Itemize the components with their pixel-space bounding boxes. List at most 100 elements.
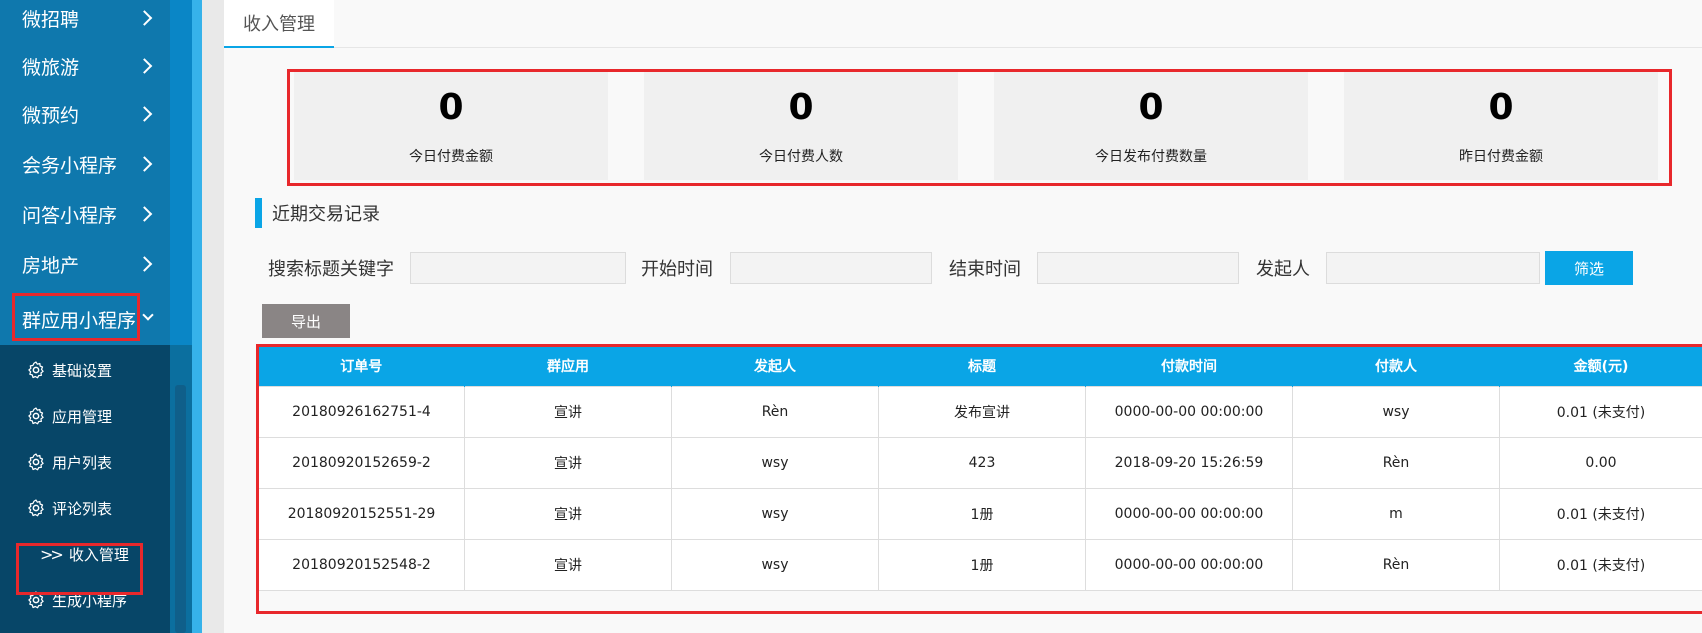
stats-panel: 0 今日付费金额 0 今日付费人数 0 今日发布付费数量 0 昨日付费金额 xyxy=(294,72,1672,180)
filter-keyword-label: 搜索标题关键字 xyxy=(268,259,394,280)
submenu-item-basic-settings[interactable]: 基础设置 xyxy=(0,345,170,395)
menu-item-travel[interactable]: 微旅游 xyxy=(0,41,170,91)
filter-end-label: 结束时间 xyxy=(949,259,1021,280)
cell-amount: 0.00 xyxy=(1499,436,1702,489)
cell-pay-time: 0000-00-00 00:00:00 xyxy=(1085,487,1293,540)
submenu: 基础设置 应用管理 用户列表 评论列表 >> 收入管理 生成小程序 xyxy=(0,345,170,633)
column-header-initiator: 发起人 xyxy=(671,346,879,386)
gear-icon xyxy=(28,407,44,425)
chevron-right-icon xyxy=(136,58,153,74)
column-header-payer: 付款人 xyxy=(1292,346,1500,386)
cell-pay-time: 0000-00-00 00:00:00 xyxy=(1085,385,1293,438)
column-header-group-app: 群应用 xyxy=(464,346,672,386)
table-header-row: 订单号 群应用 发起人 标题 付款时间 付款人 金额(元) xyxy=(258,346,1702,386)
sidebar-stripe-edge xyxy=(192,0,202,633)
table-row: 20180920152659-2 宣讲 wsy 423 2018-09-20 1… xyxy=(258,436,1702,489)
submenu-item-income-management[interactable]: >> 收入管理 xyxy=(0,529,170,579)
menu-item-group-app[interactable]: 群应用小程序 xyxy=(0,294,170,344)
menu-item-label: 群应用小程序 xyxy=(22,309,137,332)
cell-payer: wsy xyxy=(1292,385,1500,438)
submenu-item-label: 评论列表 xyxy=(52,499,113,518)
cell-payer: m xyxy=(1292,487,1500,540)
table-row: 20180926162751-4 宣讲 Rèn 发布宣讲 0000-00-00 … xyxy=(258,385,1702,438)
cell-title: 1册 xyxy=(878,538,1086,591)
tab-income-management[interactable]: 收入管理 xyxy=(224,0,334,48)
chevron-down-icon xyxy=(142,309,154,321)
menu-item-recruit[interactable]: 微招聘 xyxy=(0,0,170,43)
cell-group-app: 宣讲 xyxy=(464,487,672,540)
menu-item-qa[interactable]: 问答小程序 xyxy=(0,189,170,239)
submenu-item-label: 生成小程序 xyxy=(52,591,128,610)
cell-payer: Rèn xyxy=(1292,436,1500,489)
column-header-amount: 金额(元) xyxy=(1499,346,1702,386)
cell-amount: 0.01 (未支付) xyxy=(1499,385,1702,438)
stat-value: 0 xyxy=(438,86,464,128)
submenu-item-label: 收入管理 xyxy=(68,545,129,564)
menu-item-label: 问答小程序 xyxy=(22,204,118,227)
gear-icon xyxy=(28,591,44,609)
cell-initiator: wsy xyxy=(671,538,879,591)
submenu-item-label: 应用管理 xyxy=(52,407,113,426)
stat-label: 今日付费金额 xyxy=(409,148,493,165)
stat-label: 昨日付费金额 xyxy=(1459,148,1543,165)
table-row: 20180920152551-29 宣讲 wsy 1册 0000-00-00 0… xyxy=(258,487,1702,540)
sidebar-scrollbar-thumb[interactable] xyxy=(175,385,186,633)
chevron-right-icon xyxy=(136,156,153,172)
transactions-table: 订单号 群应用 发起人 标题 付款时间 付款人 金额(元) 2018092616… xyxy=(258,346,1702,591)
keyword-input[interactable] xyxy=(410,252,626,284)
cell-amount: 0.01 (未支付) xyxy=(1499,487,1702,540)
submenu-item-user-list[interactable]: 用户列表 xyxy=(0,437,170,487)
cell-pay-time: 2018-09-20 15:26:59 xyxy=(1085,436,1293,489)
cell-group-app: 宣讲 xyxy=(464,385,672,438)
menu-item-real-estate[interactable]: 房地产 xyxy=(0,239,170,289)
stat-card-today-payers: 0 今日付费人数 xyxy=(644,72,958,180)
stat-label: 今日付费人数 xyxy=(759,148,843,165)
submenu-item-generate-miniapp[interactable]: 生成小程序 xyxy=(0,575,170,625)
cell-title: 发布宣讲 xyxy=(878,385,1086,438)
cell-initiator: Rèn xyxy=(671,385,879,438)
cell-order-id: 20180920152551-29 xyxy=(258,487,465,540)
cell-order-id: 20180926162751-4 xyxy=(258,385,465,438)
cell-amount: 0.01 (未支付) xyxy=(1499,538,1702,591)
cell-initiator: wsy xyxy=(671,436,879,489)
submenu-item-app-management[interactable]: 应用管理 xyxy=(0,391,170,441)
content-gutter xyxy=(202,0,224,633)
cell-title: 423 xyxy=(878,436,1086,489)
cell-initiator: wsy xyxy=(671,487,879,540)
filter-initiator: 发起人 xyxy=(1256,252,1310,284)
menu-item-label: 房地产 xyxy=(22,254,80,277)
menu-item-label: 会务小程序 xyxy=(22,154,118,177)
filter-initiator-label: 发起人 xyxy=(1256,259,1310,280)
submenu-item-label: 基础设置 xyxy=(52,361,113,380)
cell-group-app: 宣讲 xyxy=(464,538,672,591)
export-button[interactable]: 导出 xyxy=(262,304,350,338)
cell-group-app: 宣讲 xyxy=(464,436,672,489)
stat-card-yesterday-amount: 0 昨日付费金额 xyxy=(1344,72,1658,180)
menu-item-booking[interactable]: 微预约 xyxy=(0,89,170,139)
menu-item-conference[interactable]: 会务小程序 xyxy=(0,139,170,189)
cell-order-id: 20180920152659-2 xyxy=(258,436,465,489)
stat-card-today-paid-posts: 0 今日发布付费数量 xyxy=(994,72,1308,180)
table-row: 20180920152548-2 宣讲 wsy 1册 0000-00-00 00… xyxy=(258,538,1702,591)
section-title-bar xyxy=(255,198,262,228)
stat-value: 0 xyxy=(1138,86,1164,128)
start-time-input[interactable] xyxy=(730,252,932,284)
column-header-pay-time: 付款时间 xyxy=(1085,346,1293,386)
end-time-input[interactable] xyxy=(1037,252,1239,284)
double-chevron-icon: >> xyxy=(40,544,64,564)
stat-card-today-amount: 0 今日付费金额 xyxy=(294,72,608,180)
filter-button[interactable]: 筛选 xyxy=(1545,251,1633,285)
chevron-right-icon xyxy=(136,106,153,122)
filter-start: 开始时间 xyxy=(641,252,713,284)
submenu-item-comment-list[interactable]: 评论列表 xyxy=(0,483,170,533)
cell-pay-time: 0000-00-00 00:00:00 xyxy=(1085,538,1293,591)
section-title-text: 近期交易记录 xyxy=(272,204,380,225)
main-content: 收入管理 0 今日付费金额 0 今日付费人数 0 今日发布付费数量 0 昨日付费… xyxy=(224,0,1702,633)
chevron-right-icon xyxy=(136,10,153,26)
cell-title: 1册 xyxy=(878,487,1086,540)
stat-label: 今日发布付费数量 xyxy=(1095,148,1207,165)
initiator-input[interactable] xyxy=(1326,252,1540,284)
stat-value: 0 xyxy=(1488,86,1514,128)
menu-item-label: 微招聘 xyxy=(22,8,80,31)
column-header-title: 标题 xyxy=(878,346,1086,386)
